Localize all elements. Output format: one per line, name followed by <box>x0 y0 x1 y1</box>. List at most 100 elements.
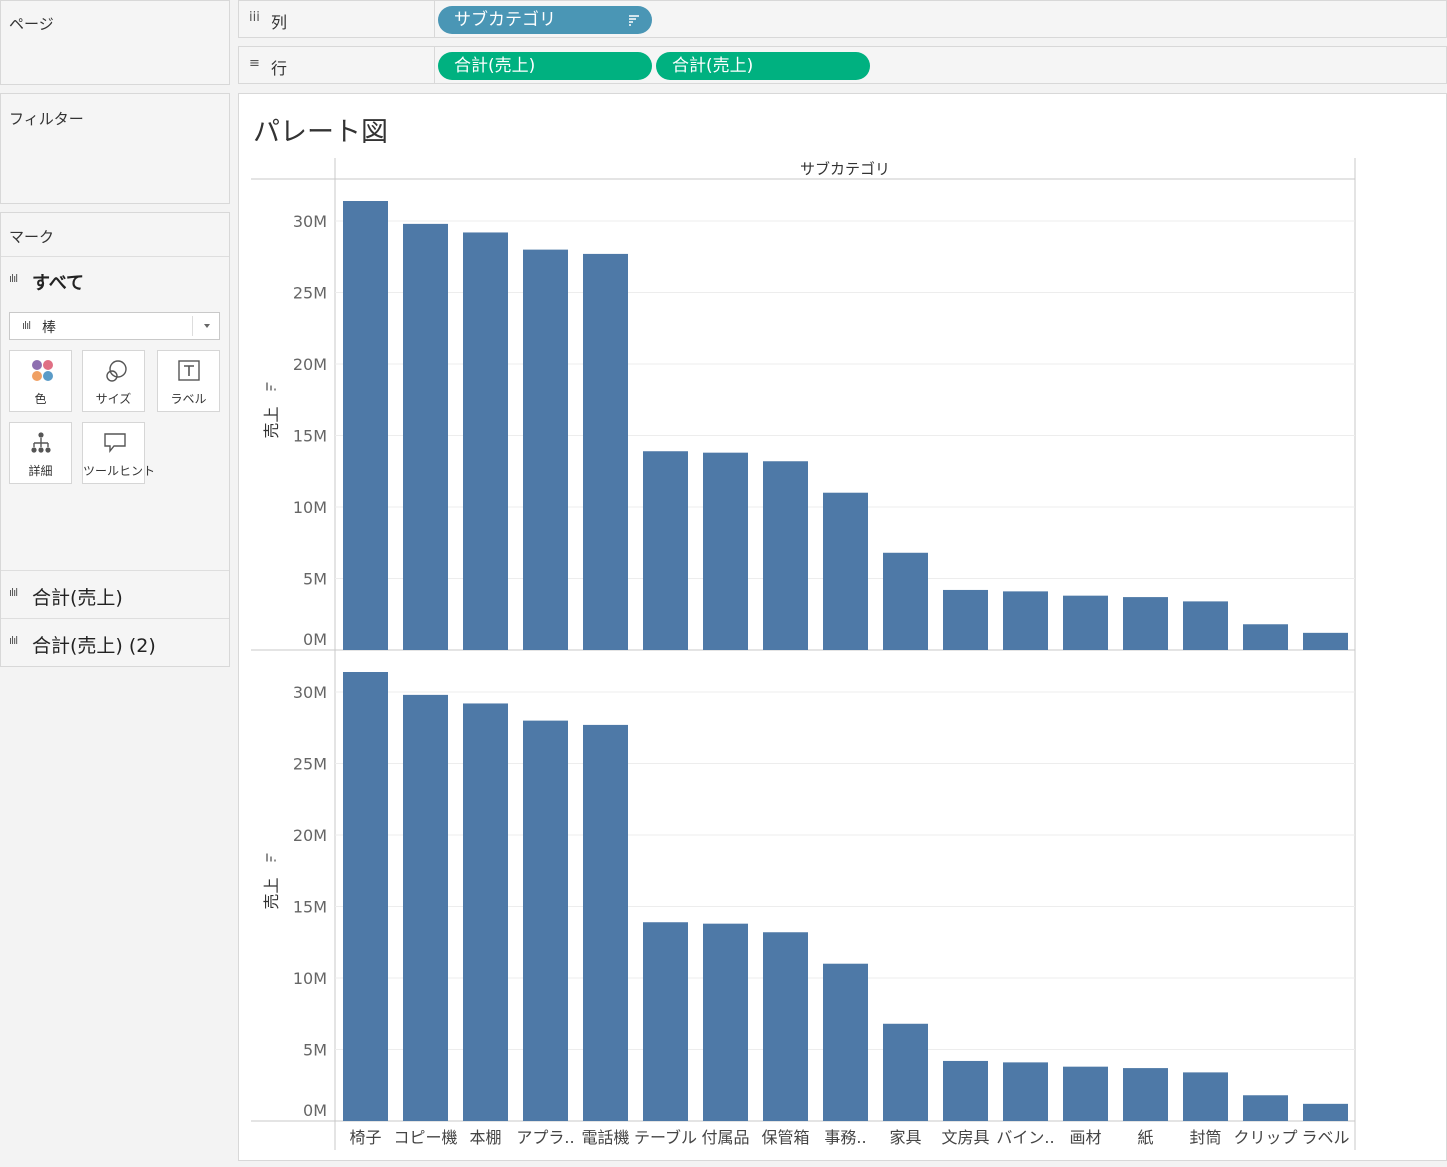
bar <box>523 720 568 1121</box>
bar <box>1123 1068 1168 1121</box>
y-tick-label: 15M <box>293 898 327 917</box>
x-tick-label: ラベル <box>1301 1128 1349 1147</box>
mark-type-dropdown[interactable]: ılıl 棒 <box>9 312 220 340</box>
column-pill-subcategory[interactable]: サブカテゴリ <box>438 6 652 34</box>
bar <box>1303 1103 1348 1121</box>
color-button[interactable]: 色 <box>9 350 72 412</box>
y-tick-label: 10M <box>293 498 327 517</box>
bar <box>523 249 568 650</box>
marks-panel: マーク ılıl すべて ılıl 棒 色 サイズ ラベル 詳細 ツールヒント … <box>0 212 230 667</box>
x-tick-label: 家具 <box>889 1128 921 1147</box>
color-label: 色 <box>34 392 47 406</box>
columns-shelf[interactable]: iii 列 サブカテゴリ <box>238 0 1447 38</box>
marks-card-all[interactable]: ılıl すべて <box>1 256 229 304</box>
bar <box>1003 1062 1048 1121</box>
columns-shelf-label: iii 列 <box>239 1 435 37</box>
bar <box>463 232 508 650</box>
size-label: サイズ <box>95 392 132 406</box>
pages-title: ページ <box>9 15 54 33</box>
bar <box>643 451 688 650</box>
bar <box>1123 597 1168 650</box>
sort-descending-icon <box>629 15 639 26</box>
bar <box>823 963 868 1121</box>
row-pill-sales-2[interactable]: 合計(売上) <box>656 52 870 80</box>
dropdown-separator <box>192 316 193 336</box>
size-icon <box>106 360 127 382</box>
x-tick-label: 事務.. <box>824 1128 866 1147</box>
label-button[interactable]: ラベル <box>157 350 220 412</box>
bar <box>1243 624 1288 650</box>
x-tick-label: 紙 <box>1137 1128 1153 1147</box>
bar <box>1063 1066 1108 1121</box>
bar <box>943 1060 988 1121</box>
pages-panel: ページ <box>0 0 230 85</box>
x-tick-label: テーブル <box>634 1128 697 1147</box>
rows-shelf[interactable]: ≡ 行 合計(売上) 合計(売上) <box>238 46 1447 84</box>
bar <box>763 461 808 650</box>
marks-card-label: 合計(売上) <box>32 587 123 609</box>
marks-card-measure-2[interactable]: ılıl 合計(売上) (2) <box>1 618 229 666</box>
y-tick-label: 30M <box>293 212 327 231</box>
bar-mark-icon: ılıl <box>22 319 31 332</box>
x-tick-label: 電話機 <box>581 1128 629 1147</box>
sort-icon <box>266 382 276 391</box>
rows-shelf-label: ≡ 行 <box>239 47 435 83</box>
bar <box>1003 591 1048 650</box>
bar <box>643 922 688 1121</box>
bar <box>883 1023 928 1121</box>
bar <box>1303 632 1348 650</box>
y-tick-label: 5M <box>303 570 327 589</box>
bar <box>883 552 928 650</box>
tooltip-icon <box>104 433 126 453</box>
x-tick-label: バイン.. <box>996 1128 1054 1147</box>
marks-title: マーク <box>9 228 55 246</box>
worksheet-view: パレート図 サブカテゴリ 0M 5M 10M 15M 20M 25M 30M 売上 0M 5M 10M… <box>238 93 1447 1161</box>
bar <box>583 253 628 650</box>
marks-card-measure-1[interactable]: ılıl 合計(売上) <box>1 570 229 618</box>
x-tick-label: 付属品 <box>701 1128 749 1147</box>
tooltip-button[interactable]: ツールヒント <box>82 422 156 484</box>
y-tick-label: 0M <box>303 630 327 649</box>
pill-label: サブカテゴリ <box>454 10 556 30</box>
x-tick-label: クリップ <box>1233 1128 1297 1147</box>
size-button[interactable]: サイズ <box>82 350 145 412</box>
bar-chart-icon: ılıl <box>9 586 18 599</box>
y-tick-label: 15M <box>293 427 327 446</box>
bar <box>823 492 868 650</box>
y-tick-label: 5M <box>303 1041 327 1060</box>
y-tick-label: 25M <box>293 755 327 774</box>
bar <box>703 923 748 1121</box>
y-axis-label: 売上 <box>262 406 281 438</box>
x-tick-label: 封筒 <box>1189 1128 1221 1147</box>
x-tick-label: 保管箱 <box>761 1128 809 1147</box>
row-pill-sales-1[interactable]: 合計(売上) <box>438 52 652 80</box>
tooltip-label: ツールヒント <box>83 464 156 478</box>
bar <box>403 694 448 1121</box>
detail-icon <box>31 432 51 453</box>
pill-label: 合計(売上) <box>672 56 754 76</box>
x-tick-label: 椅子 <box>349 1128 381 1147</box>
bar <box>343 672 388 1121</box>
pareto-chart[interactable]: サブカテゴリ 0M 5M 10M 15M 20M 25M 30M 売上 0M 5M 10M 15M 20M… <box>239 94 1446 1160</box>
bar <box>763 932 808 1121</box>
bar <box>403 223 448 651</box>
columns-label: 列 <box>271 13 288 32</box>
detail-button[interactable]: 詳細 <box>9 422 72 484</box>
bar-chart-icon: ılıl <box>9 272 18 285</box>
bar <box>343 201 388 650</box>
label-label: ラベル <box>170 392 207 406</box>
y-tick-label: 0M <box>303 1101 327 1120</box>
x-tick-label: 画材 <box>1069 1128 1101 1147</box>
pill-label: 合計(売上) <box>454 56 536 76</box>
bar <box>1183 601 1228 650</box>
detail-label: 詳細 <box>28 464 53 478</box>
color-icon <box>32 360 53 381</box>
x-tick-label: 文房具 <box>941 1128 989 1147</box>
filters-panel[interactable]: フィルター <box>0 93 230 204</box>
bar <box>1063 595 1108 650</box>
mark-type-value: 棒 <box>42 320 56 336</box>
rows-label: 行 <box>271 59 288 78</box>
y-tick-label: 25M <box>293 284 327 303</box>
y-tick-label: 10M <box>293 969 327 988</box>
bar <box>583 724 628 1121</box>
